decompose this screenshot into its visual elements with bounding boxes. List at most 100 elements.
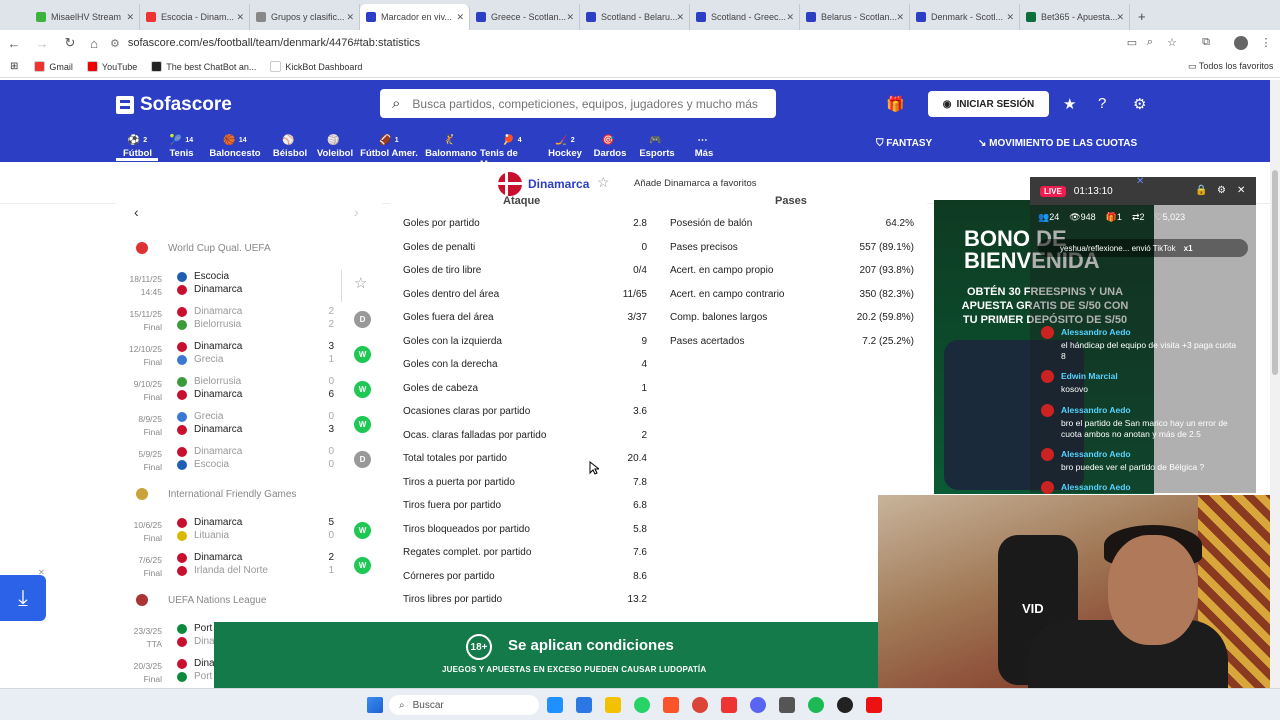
url-field[interactable]: ⚙ sofascore.com/es/football/team/denmark…: [110, 34, 1120, 52]
forward-icon[interactable]: →: [32, 36, 52, 51]
match-row[interactable]: 18/11/25 14:45 Escocia Dinamarca ☆: [116, 270, 382, 302]
search-box[interactable]: ⌕: [380, 89, 776, 118]
browser-tab[interactable]: Bet365 - Apuesta... ✕: [1020, 4, 1130, 30]
match-status-text: Final: [143, 674, 162, 684]
bookmark-item[interactable]: The best ChatBot an...: [151, 61, 256, 72]
tab-close-icon[interactable]: ✕: [346, 12, 354, 23]
zoom-icon[interactable]: ⌕: [1140, 36, 1160, 49]
app-icon-1[interactable]: [576, 697, 592, 713]
page-scrollbar[interactable]: [1270, 80, 1280, 688]
download-close-icon[interactable]: ✕: [38, 568, 45, 577]
all-favorites-link[interactable]: ▭ Todos los favoritos: [1188, 61, 1273, 72]
browser-tab[interactable]: Grupos y clasific... ✕: [250, 4, 360, 30]
windows-start-icon[interactable]: [367, 697, 383, 713]
bookmark-item[interactable]: KickBot Dashboard: [270, 61, 362, 72]
back-icon[interactable]: ←: [4, 36, 24, 51]
sport-label: Fútbol Amer.: [360, 148, 418, 159]
tab-close-icon[interactable]: ✕: [1116, 12, 1124, 23]
tab-close-icon[interactable]: ✕: [456, 12, 464, 23]
tab-close-icon[interactable]: ✕: [126, 12, 134, 23]
edge-icon[interactable]: [547, 697, 563, 713]
match-row[interactable]: 9/10/25 Final Bielorrusia 0 Dinamarca 6 W: [116, 375, 382, 407]
menu-icon[interactable]: ⋮: [1256, 36, 1276, 49]
tab-label: MisaelHV Stream: [51, 12, 122, 22]
bookmark-star-icon[interactable]: ☆: [1162, 36, 1182, 49]
prev-arrow-icon[interactable]: ‹: [134, 204, 139, 220]
tab-close-icon[interactable]: ✕: [786, 12, 794, 23]
match-row[interactable]: 12/10/25 Final Dinamarca 3 Grecia 1 W: [116, 340, 382, 372]
taskbar-search[interactable]: ⌕ Buscar: [389, 695, 539, 715]
bookmark-item[interactable]: Gmail: [34, 61, 73, 72]
tab-close-icon[interactable]: ✕: [1006, 12, 1014, 23]
settings-icon[interactable]: ⚙: [1217, 185, 1226, 196]
promo-banner[interactable]: 18+ Se aplican condiciones JUEGOS Y APUE…: [214, 622, 878, 688]
brave-icon[interactable]: [663, 697, 679, 713]
profile-avatar[interactable]: [1234, 36, 1248, 50]
match-date-text: 5/9/25: [138, 449, 162, 459]
download-icon[interactable]: ⤓: [0, 575, 46, 621]
lock-icon[interactable]: 🔒: [1195, 185, 1207, 196]
sofascore-logo[interactable]: Sofascore: [116, 94, 232, 116]
match-row[interactable]: 8/9/25 Final Grecia 0 Dinamarca 3 W: [116, 410, 382, 442]
match-row[interactable]: 5/9/25 Final Dinamarca 0 Escocia 0 D: [116, 445, 382, 477]
close-icon[interactable]: ✕: [1237, 185, 1245, 196]
obs-icon[interactable]: [837, 697, 853, 713]
extensions-icon[interactable]: ⧉: [1196, 36, 1216, 49]
browser-tab[interactable]: Belarus - Scotlan... ✕: [800, 4, 910, 30]
login-button[interactable]: ◉ INICIAR SESIÓN: [928, 91, 1049, 117]
reload-icon[interactable]: ↻: [60, 35, 80, 51]
chat-avatar: [1041, 448, 1054, 461]
match-row[interactable]: 7/6/25 Final Dinamarca 2 Irlanda del Norte 1 W: [116, 551, 382, 583]
competition-header[interactable]: UEFA Nations League: [136, 594, 266, 606]
bookmark-item[interactable]: YouTube: [86, 61, 137, 72]
sport-glyph-icon: ⚾: [282, 134, 295, 146]
score-away: 2: [328, 319, 334, 330]
match-favorite-star-icon[interactable]: ☆: [354, 274, 367, 292]
settings-gear-icon[interactable]: ⚙: [1133, 95, 1146, 113]
file-explorer-icon[interactable]: [605, 697, 621, 713]
competition-header[interactable]: International Friendly Games: [136, 488, 296, 500]
gift-icon[interactable]: 🎁: [886, 95, 905, 113]
tab-close-icon[interactable]: ✕: [566, 12, 574, 23]
typora-icon[interactable]: [721, 697, 737, 713]
home-icon[interactable]: ⌂: [84, 36, 104, 51]
cast-icon[interactable]: ▭: [1122, 36, 1142, 49]
tab-close-icon[interactable]: ✕: [676, 12, 684, 23]
browser-tab[interactable]: Scotland - Belaru... ✕: [580, 4, 690, 30]
fantasy-link[interactable]: ⛉ FANTASY: [876, 138, 932, 149]
tab-favicon-icon: [366, 12, 376, 22]
browser-tab[interactable]: Escocia - Dinam... ✕: [140, 4, 250, 30]
competition-header[interactable]: World Cup Qual. UEFA: [136, 242, 271, 254]
tab-close-icon[interactable]: ✕: [896, 12, 904, 23]
search-input[interactable]: [412, 96, 763, 111]
cursor-arrow-icon: [589, 460, 601, 475]
help-icon[interactable]: ?: [1098, 95, 1106, 112]
match-row[interactable]: 15/11/25 Final Dinamarca 2 Bielorrusia 2 D: [116, 305, 382, 337]
match-date-text: 9/10/25: [133, 379, 162, 389]
match-row[interactable]: 10/6/25 Final Dinamarca 5 Lituania 0 W: [116, 516, 382, 548]
team-name[interactable]: Dinamarca: [528, 177, 589, 191]
favorites-star-icon[interactable]: ★: [1063, 95, 1076, 113]
browser-tab[interactable]: Greece - Scotlan... ✕: [470, 4, 580, 30]
stat-value: 64.2%: [885, 218, 914, 229]
scrollbar-thumb[interactable]: [1272, 170, 1278, 375]
tab-close-icon[interactable]: ✕: [236, 12, 244, 23]
site-info-icon[interactable]: ⚙: [110, 37, 120, 50]
favorite-star-icon[interactable]: ☆: [597, 174, 610, 191]
new-tab-icon[interactable]: +: [1138, 9, 1146, 24]
odds-movement-link[interactable]: ↘ MOVIMIENTO DE LAS CUOTAS: [978, 138, 1137, 149]
app-icon-2[interactable]: [866, 697, 882, 713]
browser-tab[interactable]: Denmark - Scotl... ✕: [910, 4, 1020, 30]
browser-tab[interactable]: MisaelHV Stream ✕: [30, 4, 140, 30]
calculator-icon[interactable]: [779, 697, 795, 713]
whatsapp-icon[interactable]: [634, 697, 650, 713]
spotify-icon[interactable]: [808, 697, 824, 713]
browser-tab[interactable]: Marcador en viv... ✕: [360, 4, 470, 30]
apps-grid-icon[interactable]: ⊞: [10, 61, 18, 72]
discord-icon[interactable]: [750, 697, 766, 713]
browser-tab[interactable]: Scotland - Greec... ✕: [690, 4, 800, 30]
close-x-icon[interactable]: ✕: [1136, 176, 1144, 187]
sport-count: 4: [517, 136, 522, 144]
next-arrow-icon[interactable]: ›: [354, 204, 359, 220]
chrome-icon[interactable]: [692, 697, 708, 713]
